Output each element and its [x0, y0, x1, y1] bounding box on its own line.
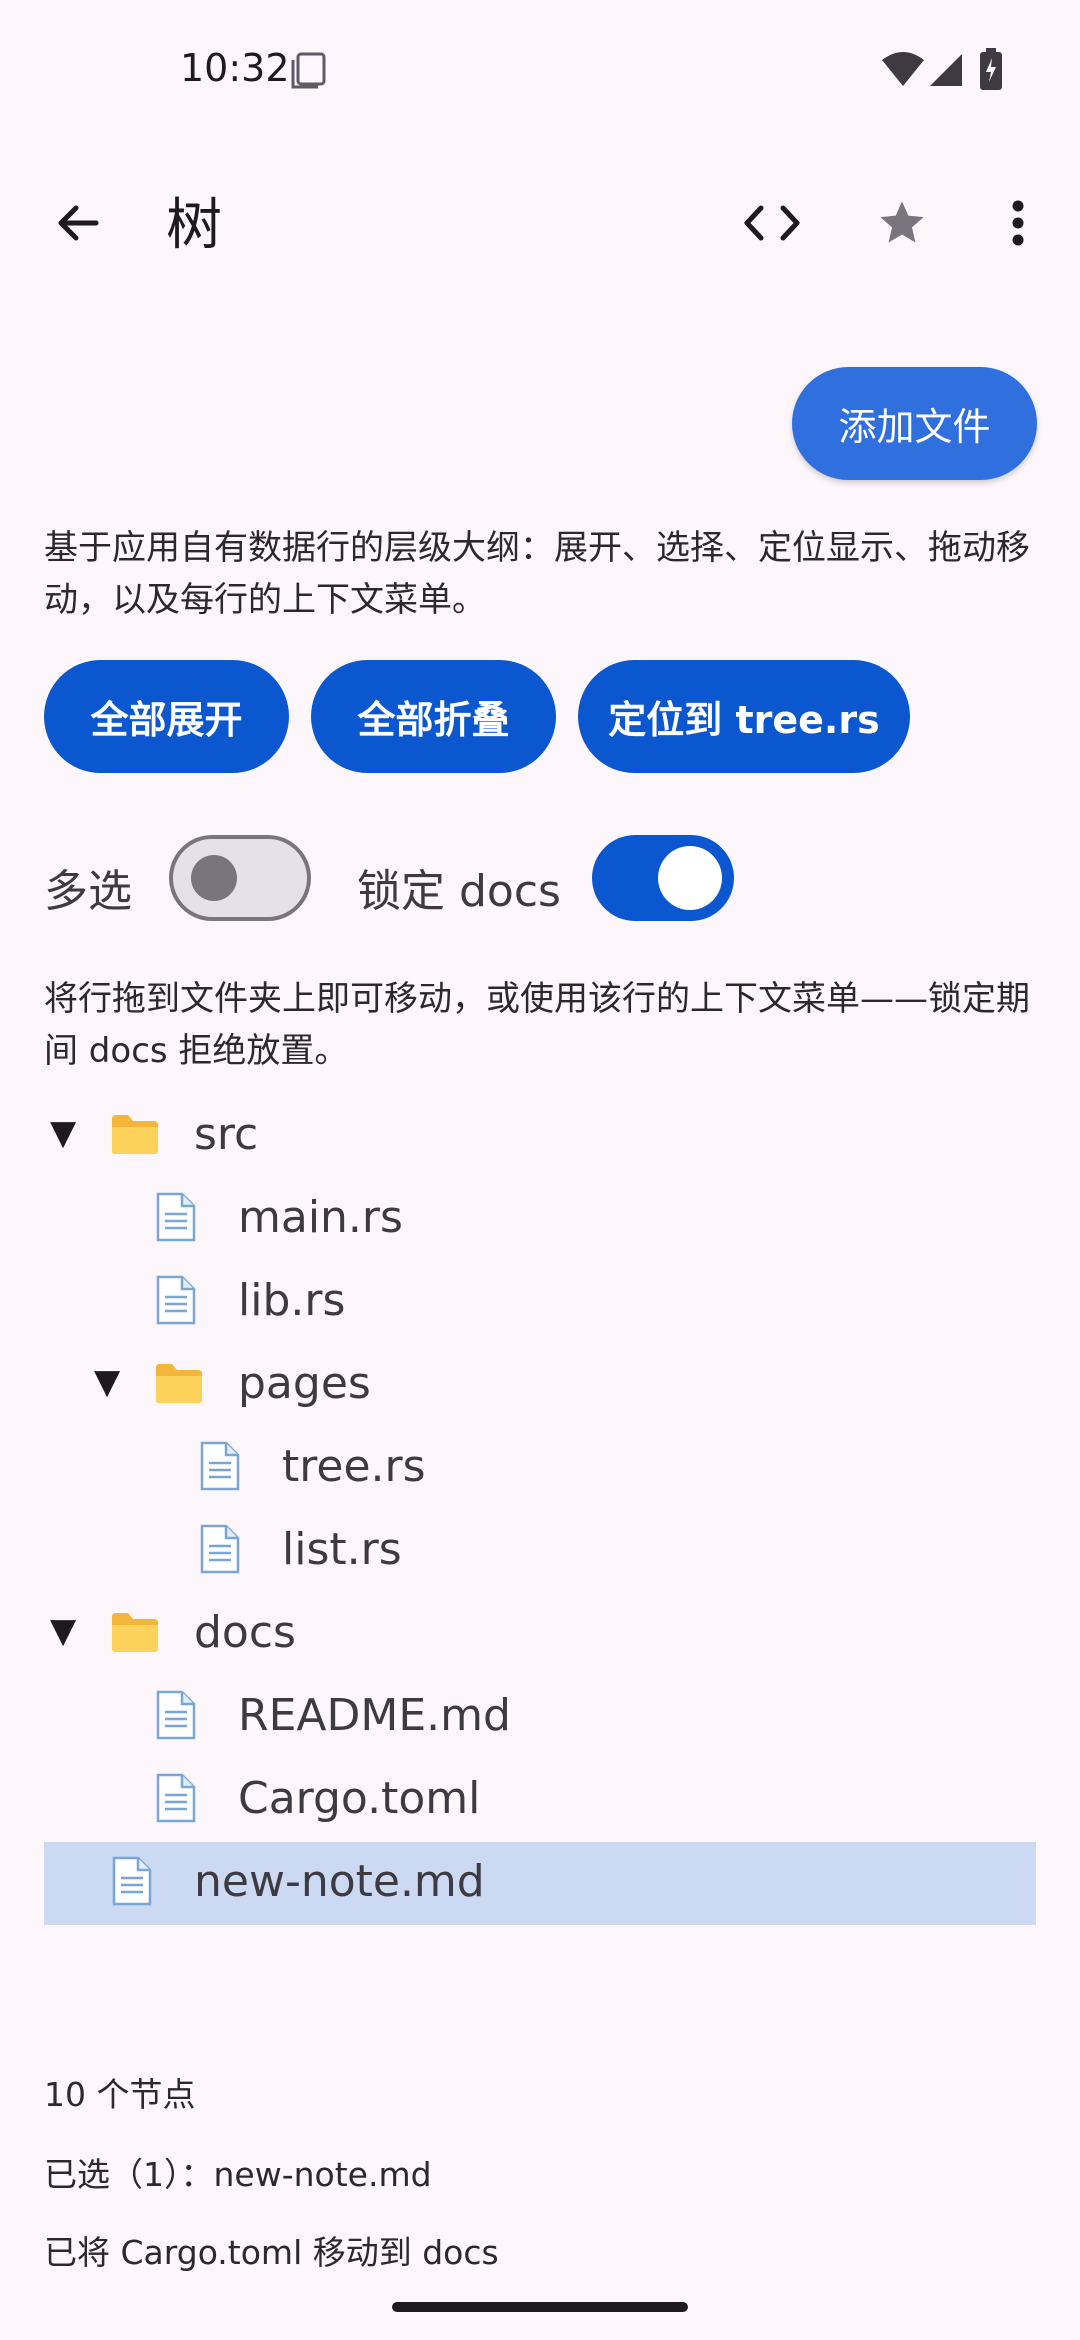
expand-toggle-icon[interactable]: ▼ — [50, 1611, 76, 1651]
lock-docs-label: 锁定 docs — [357, 866, 561, 917]
folder-icon — [110, 1105, 160, 1169]
file-icon — [154, 1271, 198, 1339]
back-button[interactable] — [28, 175, 128, 275]
tree-folder-row[interactable]: ▼ pages — [44, 1344, 1036, 1427]
tree-item-name: pages — [238, 1358, 371, 1409]
home-indicator[interactable] — [392, 2302, 688, 2312]
file-icon — [198, 1520, 242, 1588]
reveal-tree-rs-button[interactable]: 定位到 tree.rs — [578, 660, 910, 773]
tree-folder-row[interactable]: ▼ docs — [44, 1593, 1036, 1676]
node-count-text: 10 个节点 — [44, 2075, 196, 2114]
tree-folder-row[interactable]: ▼ src — [44, 1095, 1036, 1178]
star-icon — [876, 197, 928, 253]
status-bar: 10:32 — [0, 0, 1080, 140]
add-file-button[interactable]: 添加文件 — [792, 367, 1037, 480]
tree-file-row[interactable]: lib.rs — [44, 1261, 1036, 1344]
file-icon — [154, 1769, 198, 1837]
tree-item-name: list.rs — [282, 1524, 402, 1575]
file-icon — [198, 1437, 242, 1505]
multiselect-switch[interactable] — [169, 835, 311, 921]
expand-all-button[interactable]: 全部展开 — [44, 660, 289, 773]
tree-item-name: tree.rs — [282, 1441, 426, 1492]
tree-file-row[interactable]: Cargo.toml — [44, 1759, 1036, 1842]
view-source-button[interactable] — [722, 175, 822, 275]
switch-knob — [191, 855, 237, 901]
file-icon — [110, 1852, 154, 1920]
tree-item-name: lib.rs — [238, 1275, 346, 1326]
expand-toggle-icon[interactable]: ▼ — [50, 1113, 76, 1153]
tree-item-name: README.md — [238, 1690, 511, 1741]
last-action-text: 已将 Cargo.toml 移动到 docs — [44, 2233, 499, 2272]
folder-icon — [110, 1603, 160, 1667]
code-icon — [743, 203, 801, 247]
favorite-button[interactable] — [852, 175, 952, 275]
file-icon — [154, 1686, 198, 1754]
multiselect-label: 多选 — [44, 866, 132, 917]
tree-item-name: docs — [194, 1607, 296, 1658]
tree-file-row[interactable]: list.rs — [44, 1510, 1036, 1593]
tree-file-row[interactable]: new-note.md — [44, 1842, 1036, 1925]
wifi-icon — [880, 50, 926, 92]
page-title: 树 — [166, 193, 222, 258]
tree-item-name: main.rs — [238, 1192, 403, 1243]
collapse-all-button[interactable]: 全部折叠 — [311, 660, 556, 773]
more-vert-icon — [1011, 200, 1025, 250]
selection-text: 已选（1）：new-note.md — [44, 2155, 432, 2194]
tree-file-row[interactable]: README.md — [44, 1676, 1036, 1759]
switch-knob — [658, 846, 722, 910]
screenshot-icon — [290, 52, 326, 94]
signal-icon — [928, 52, 964, 92]
folder-icon — [154, 1354, 204, 1418]
status-time: 10:32 — [180, 46, 290, 90]
lock-docs-switch[interactable] — [592, 835, 734, 921]
tree-item-name: new-note.md — [194, 1856, 485, 1907]
tree-file-row[interactable]: main.rs — [44, 1178, 1036, 1261]
tree-item-name: Cargo.toml — [238, 1773, 481, 1824]
back-arrow-icon — [54, 199, 102, 251]
more-options-button[interactable] — [968, 175, 1068, 275]
tree-item-name: src — [194, 1109, 259, 1160]
description-text: 基于应用自有数据行的层级大纲：展开、选择、定位显示、拖动移动，以及每行的上下文菜… — [44, 528, 1030, 620]
file-icon — [154, 1188, 198, 1256]
drag-hint-text: 将行拖到文件夹上即可移动，或使用该行的上下文菜单——锁定期间 docs 拒绝放置… — [44, 979, 1030, 1071]
tree-file-row[interactable]: tree.rs — [44, 1427, 1036, 1510]
expand-toggle-icon[interactable]: ▼ — [94, 1362, 120, 1402]
battery-charging-icon — [980, 48, 1002, 94]
